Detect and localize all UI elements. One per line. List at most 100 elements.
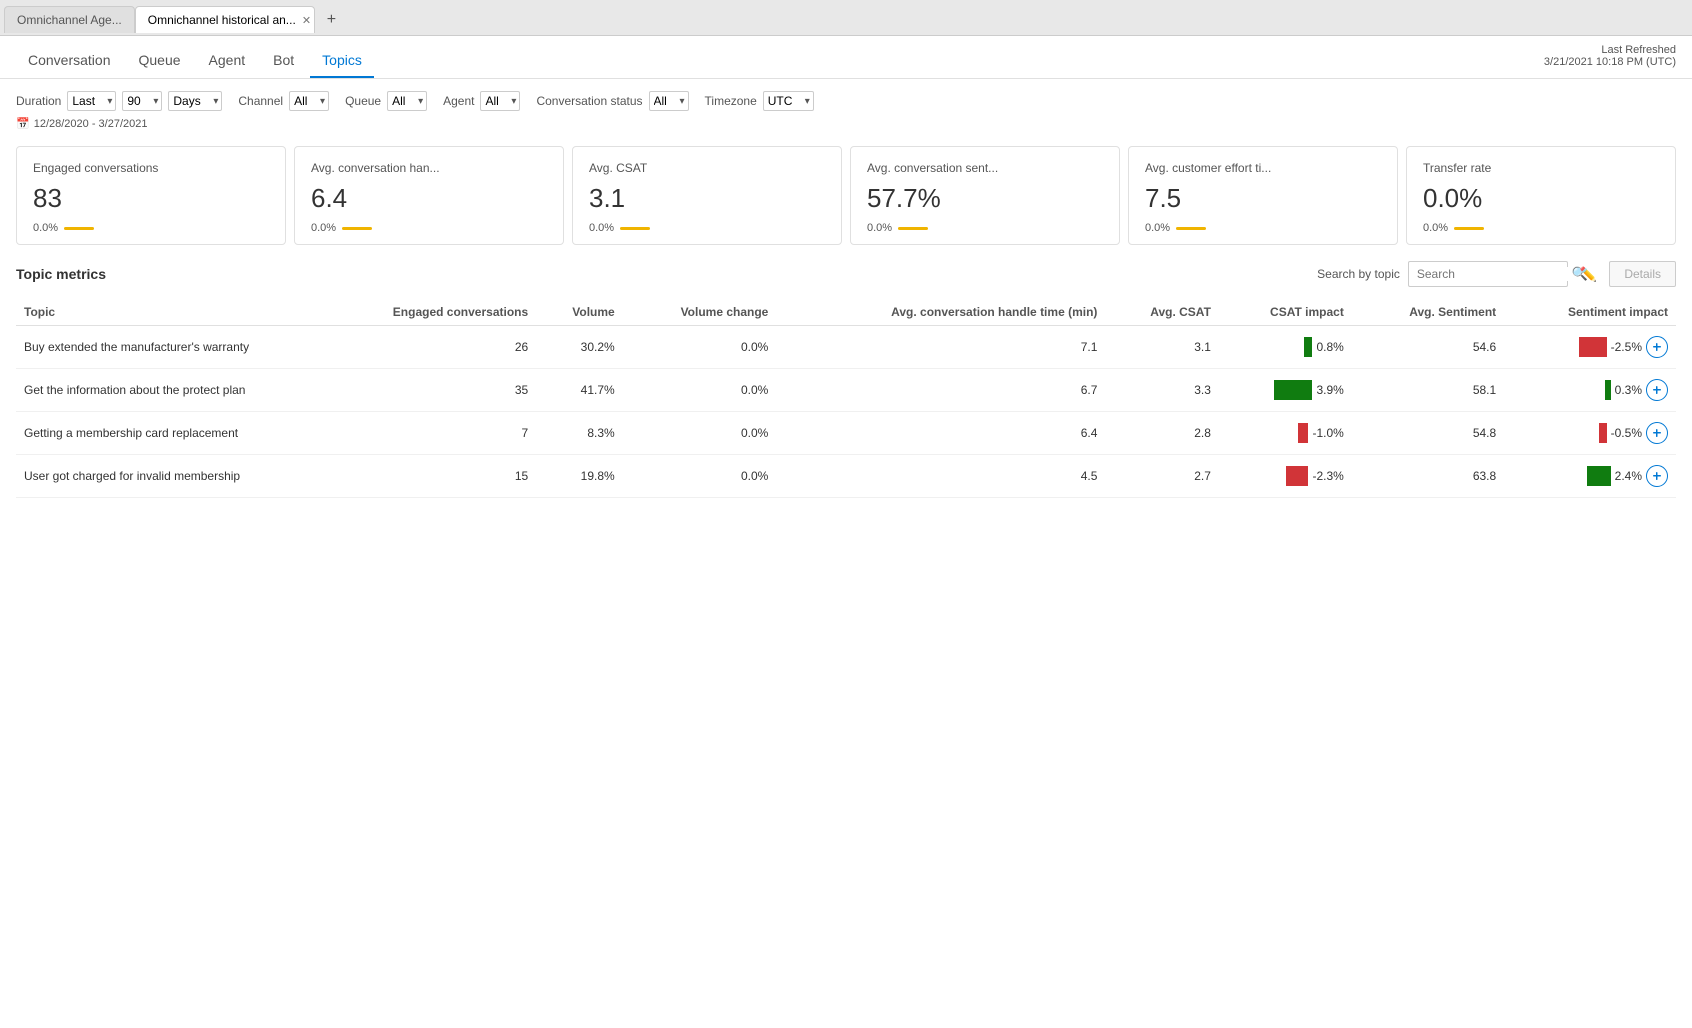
sentiment-impact-value: -2.5%	[1611, 340, 1642, 354]
table-row: Getting a membership card replacement 7 …	[16, 412, 1676, 455]
nav-bar: Conversation Queue Agent Bot Topics Last…	[0, 36, 1692, 79]
csat-impact-value: -1.0%	[1312, 426, 1343, 440]
kpi-title-3: Avg. conversation sent...	[867, 161, 1103, 175]
kpi-bar-5	[1454, 227, 1484, 230]
volume-value: 8.3%	[536, 412, 623, 455]
table-row: Get the information about the protect pl…	[16, 369, 1676, 412]
avg-csat-value: 2.7	[1105, 455, 1219, 498]
tab-1[interactable]: Omnichannel Age...	[4, 6, 135, 33]
queue-label: Queue	[345, 94, 381, 108]
agent-dropdown[interactable]: All	[480, 91, 520, 111]
col-volume-change: Volume change	[623, 299, 777, 326]
kpi-bar-3	[898, 227, 928, 230]
avg-handle-value: 7.1	[776, 326, 1105, 369]
volume-value: 30.2%	[536, 326, 623, 369]
csat-bar-neg	[1298, 423, 1308, 443]
duration-unit-select[interactable]: Days	[168, 91, 222, 111]
nav-refresh: Last Refreshed 3/21/2021 10:18 PM (UTC)	[1544, 44, 1676, 68]
kpi-value-4: 7.5	[1145, 183, 1381, 214]
avg-handle-value: 4.5	[776, 455, 1105, 498]
kpi-bar-2	[620, 227, 650, 230]
col-engaged: Engaged conversations	[312, 299, 536, 326]
agent-label: Agent	[443, 94, 474, 108]
conv-status-dropdown[interactable]: All	[649, 91, 689, 111]
queue-filter-group: Queue All	[345, 91, 427, 111]
duration-days-dropdown[interactable]: 90	[122, 91, 162, 111]
row-action-icon-1[interactable]	[1646, 379, 1668, 401]
timezone-dropdown[interactable]: UTC	[763, 91, 814, 111]
timezone-filter-group: Timezone UTC	[705, 91, 814, 111]
tab-2[interactable]: Omnichannel historical an... ✕	[135, 6, 315, 33]
duration-last-select[interactable]: Last	[67, 91, 116, 111]
pen-icon[interactable]: ✏️	[1576, 262, 1601, 287]
refresh-date: 3/21/2021 10:18 PM (UTC)	[1544, 56, 1676, 68]
avg-csat-value: 3.3	[1105, 369, 1219, 412]
kpi-bar-0	[64, 227, 94, 230]
channel-select[interactable]: All	[289, 91, 329, 111]
topic-name: User got charged for invalid membership	[16, 455, 312, 498]
agent-select[interactable]: All	[480, 91, 520, 111]
duration-unit-dropdown[interactable]: Days	[168, 91, 222, 111]
kpi-title-5: Transfer rate	[1423, 161, 1659, 175]
avg-sentiment-value: 54.8	[1352, 412, 1504, 455]
section-header: Topic metrics Search by topic 🔍 ✏️ Detai…	[16, 261, 1676, 287]
queue-dropdown[interactable]: All	[387, 91, 427, 111]
row-action-icon-2[interactable]	[1646, 422, 1668, 444]
engaged-value: 7	[312, 412, 536, 455]
kpi-change-1: 0.0%	[311, 222, 336, 234]
kpi-title-4: Avg. customer effort ti...	[1145, 161, 1381, 175]
avg-sentiment-value: 63.8	[1352, 455, 1504, 498]
kpi-change-0: 0.0%	[33, 222, 58, 234]
search-input[interactable]	[1417, 267, 1572, 281]
topic-name: Buy extended the manufacturer's warranty	[16, 326, 312, 369]
channel-dropdown[interactable]: All	[289, 91, 329, 111]
table-row: Buy extended the manufacturer's warranty…	[16, 326, 1676, 369]
kpi-card-3: Avg. conversation sent... 57.7% 0.0%	[850, 146, 1120, 245]
engaged-value: 35	[312, 369, 536, 412]
avg-handle-value: 6.4	[776, 412, 1105, 455]
conv-status-label: Conversation status	[536, 94, 642, 108]
kpi-card-1: Avg. conversation han... 6.4 0.0%	[294, 146, 564, 245]
engaged-value: 15	[312, 455, 536, 498]
kpi-bar-1	[342, 227, 372, 230]
col-avg-csat: Avg. CSAT	[1105, 299, 1219, 326]
nav-topics[interactable]: Topics	[310, 44, 374, 78]
csat-impact-value: 3.9%	[1316, 383, 1343, 397]
timezone-label: Timezone	[705, 94, 757, 108]
duration-label: Duration	[16, 94, 61, 108]
csat-impact-cell: -1.0%	[1219, 412, 1352, 455]
conv-status-select[interactable]: All	[649, 91, 689, 111]
avg-sentiment-value: 58.1	[1352, 369, 1504, 412]
tab-2-label: Omnichannel historical an...	[148, 13, 296, 27]
duration-days-select[interactable]: 90	[122, 91, 162, 111]
nav-conversation[interactable]: Conversation	[16, 44, 123, 78]
nav-agent[interactable]: Agent	[197, 44, 258, 78]
tab-2-close[interactable]: ✕	[302, 14, 311, 27]
kpi-change-4: 0.0%	[1145, 222, 1170, 234]
search-box[interactable]: 🔍	[1408, 261, 1568, 287]
avg-csat-value: 3.1	[1105, 326, 1219, 369]
csat-impact-value: -2.3%	[1312, 469, 1343, 483]
volume-change-value: 0.0%	[623, 326, 777, 369]
kpi-footer-5: 0.0%	[1423, 222, 1659, 234]
kpi-value-5: 0.0%	[1423, 183, 1659, 214]
row-action-icon-0[interactable]	[1646, 336, 1668, 358]
nav-queue[interactable]: Queue	[127, 44, 193, 78]
volume-value: 41.7%	[536, 369, 623, 412]
row-action-icon-3[interactable]	[1646, 465, 1668, 487]
search-by-topic-label: Search by topic	[1317, 267, 1400, 281]
volume-change-value: 0.0%	[623, 455, 777, 498]
queue-select[interactable]: All	[387, 91, 427, 111]
nav-bot[interactable]: Bot	[261, 44, 306, 78]
duration-last-dropdown[interactable]: Last	[67, 91, 116, 111]
details-button[interactable]: Details	[1609, 261, 1676, 287]
volume-value: 19.8%	[536, 455, 623, 498]
kpi-bar-4	[1176, 227, 1206, 230]
topic-table: Topic Engaged conversations Volume Volum…	[16, 299, 1676, 498]
new-tab-button[interactable]: +	[319, 7, 344, 33]
kpi-change-5: 0.0%	[1423, 222, 1448, 234]
timezone-select[interactable]: UTC	[763, 91, 814, 111]
kpi-change-2: 0.0%	[589, 222, 614, 234]
kpi-title-2: Avg. CSAT	[589, 161, 825, 175]
avg-handle-value: 6.7	[776, 369, 1105, 412]
